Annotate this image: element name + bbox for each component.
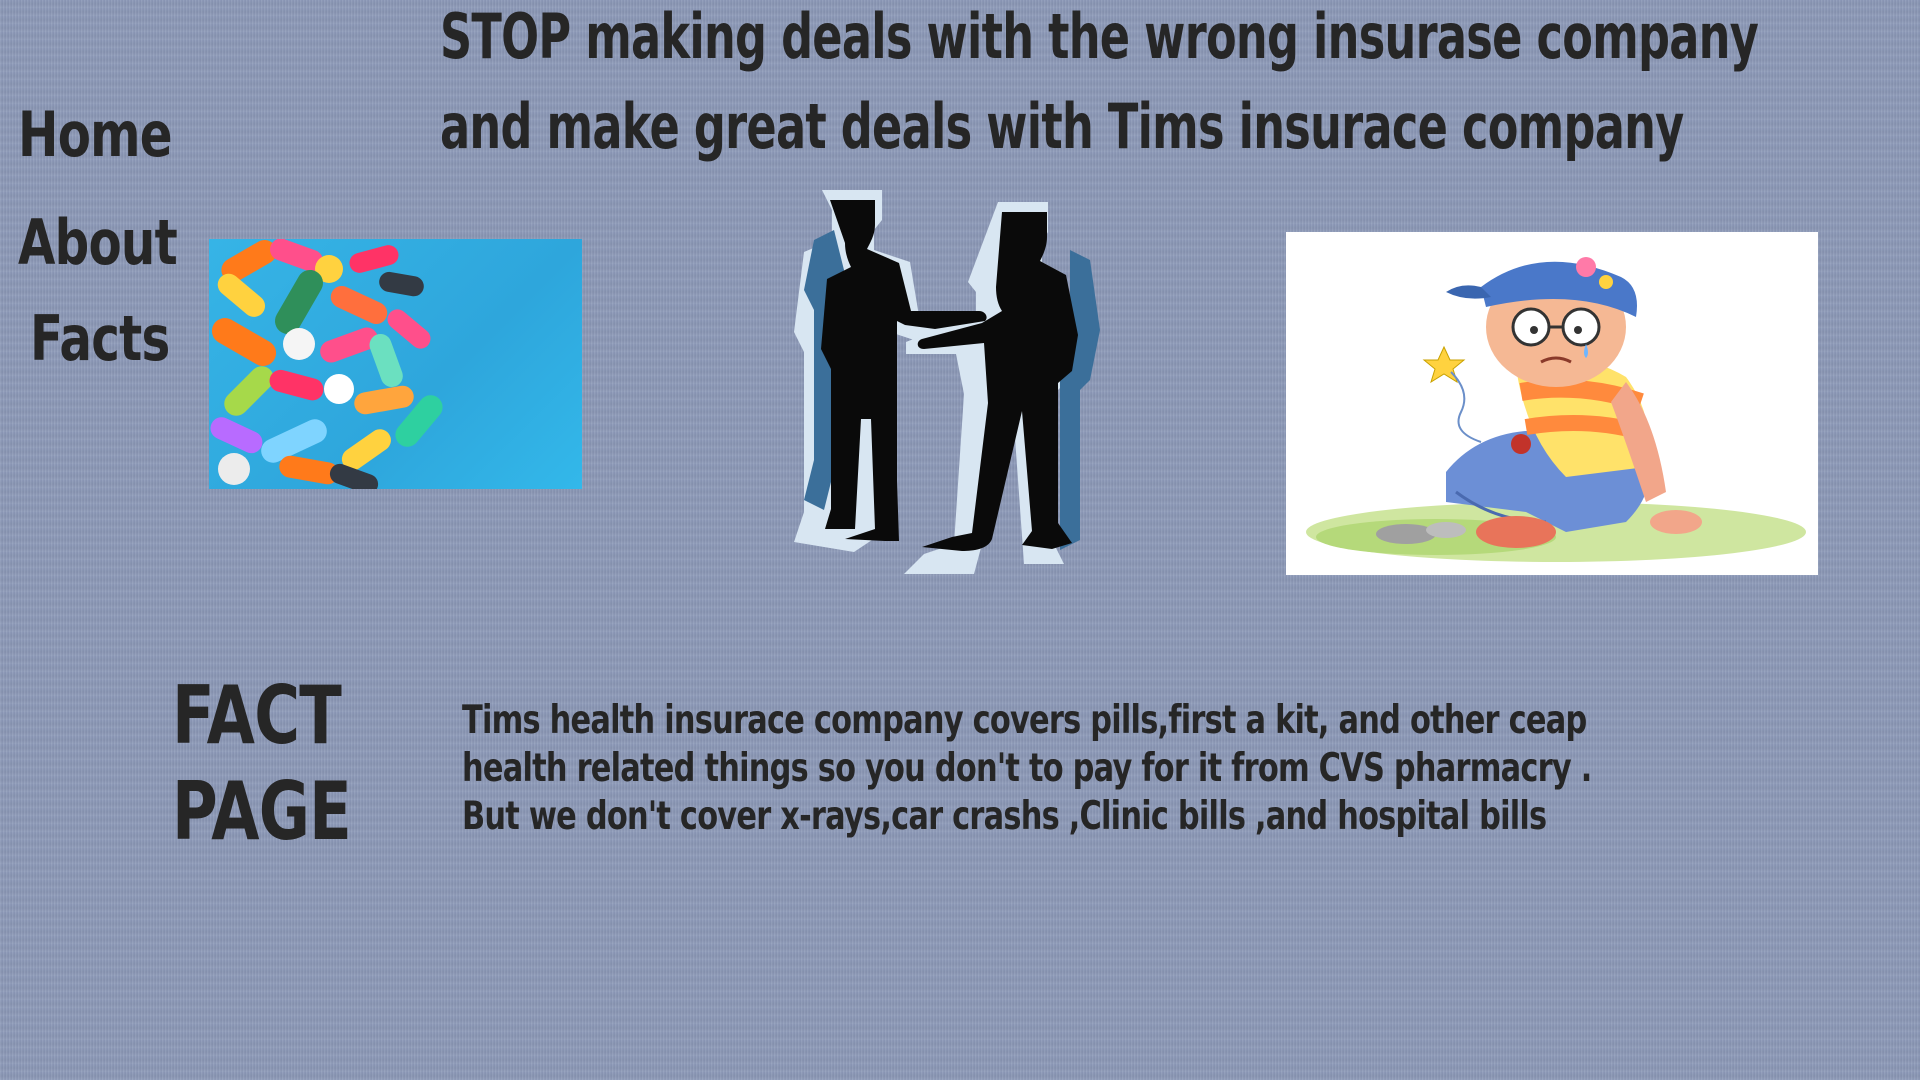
nav-about-link[interactable]: About (18, 206, 178, 279)
fact-text-line-3: But we don't cover x-rays,car crashs ,Cl… (462, 794, 1547, 839)
fact-page-title: FACT PAGE (172, 668, 352, 860)
headline-line-2: and make great deals with Tims insurace … (440, 90, 1684, 163)
fact-text-line-1: Tims health insurace company covers pill… (462, 698, 1587, 743)
fact-text-line-2: health related things so you don't to pa… (462, 746, 1592, 791)
kid-illustration (1306, 257, 1806, 562)
nav-facts-link[interactable]: Facts (30, 302, 170, 375)
handshake-icon (794, 190, 1100, 574)
injured-kid-cartoon (1286, 232, 1818, 575)
fact-paragraph: Tims health insurace company covers pill… (462, 697, 1592, 841)
headline-line-1: STOP making deals with the wrong insuras… (440, 0, 1759, 73)
fact-title-line-1: FACT (172, 669, 342, 762)
handshake-silhouette (770, 190, 1150, 585)
pills-photo (209, 239, 582, 489)
fact-title-line-2: PAGE (172, 765, 352, 858)
nav-home-link[interactable]: Home (18, 98, 173, 171)
pills-illustration (210, 239, 443, 489)
